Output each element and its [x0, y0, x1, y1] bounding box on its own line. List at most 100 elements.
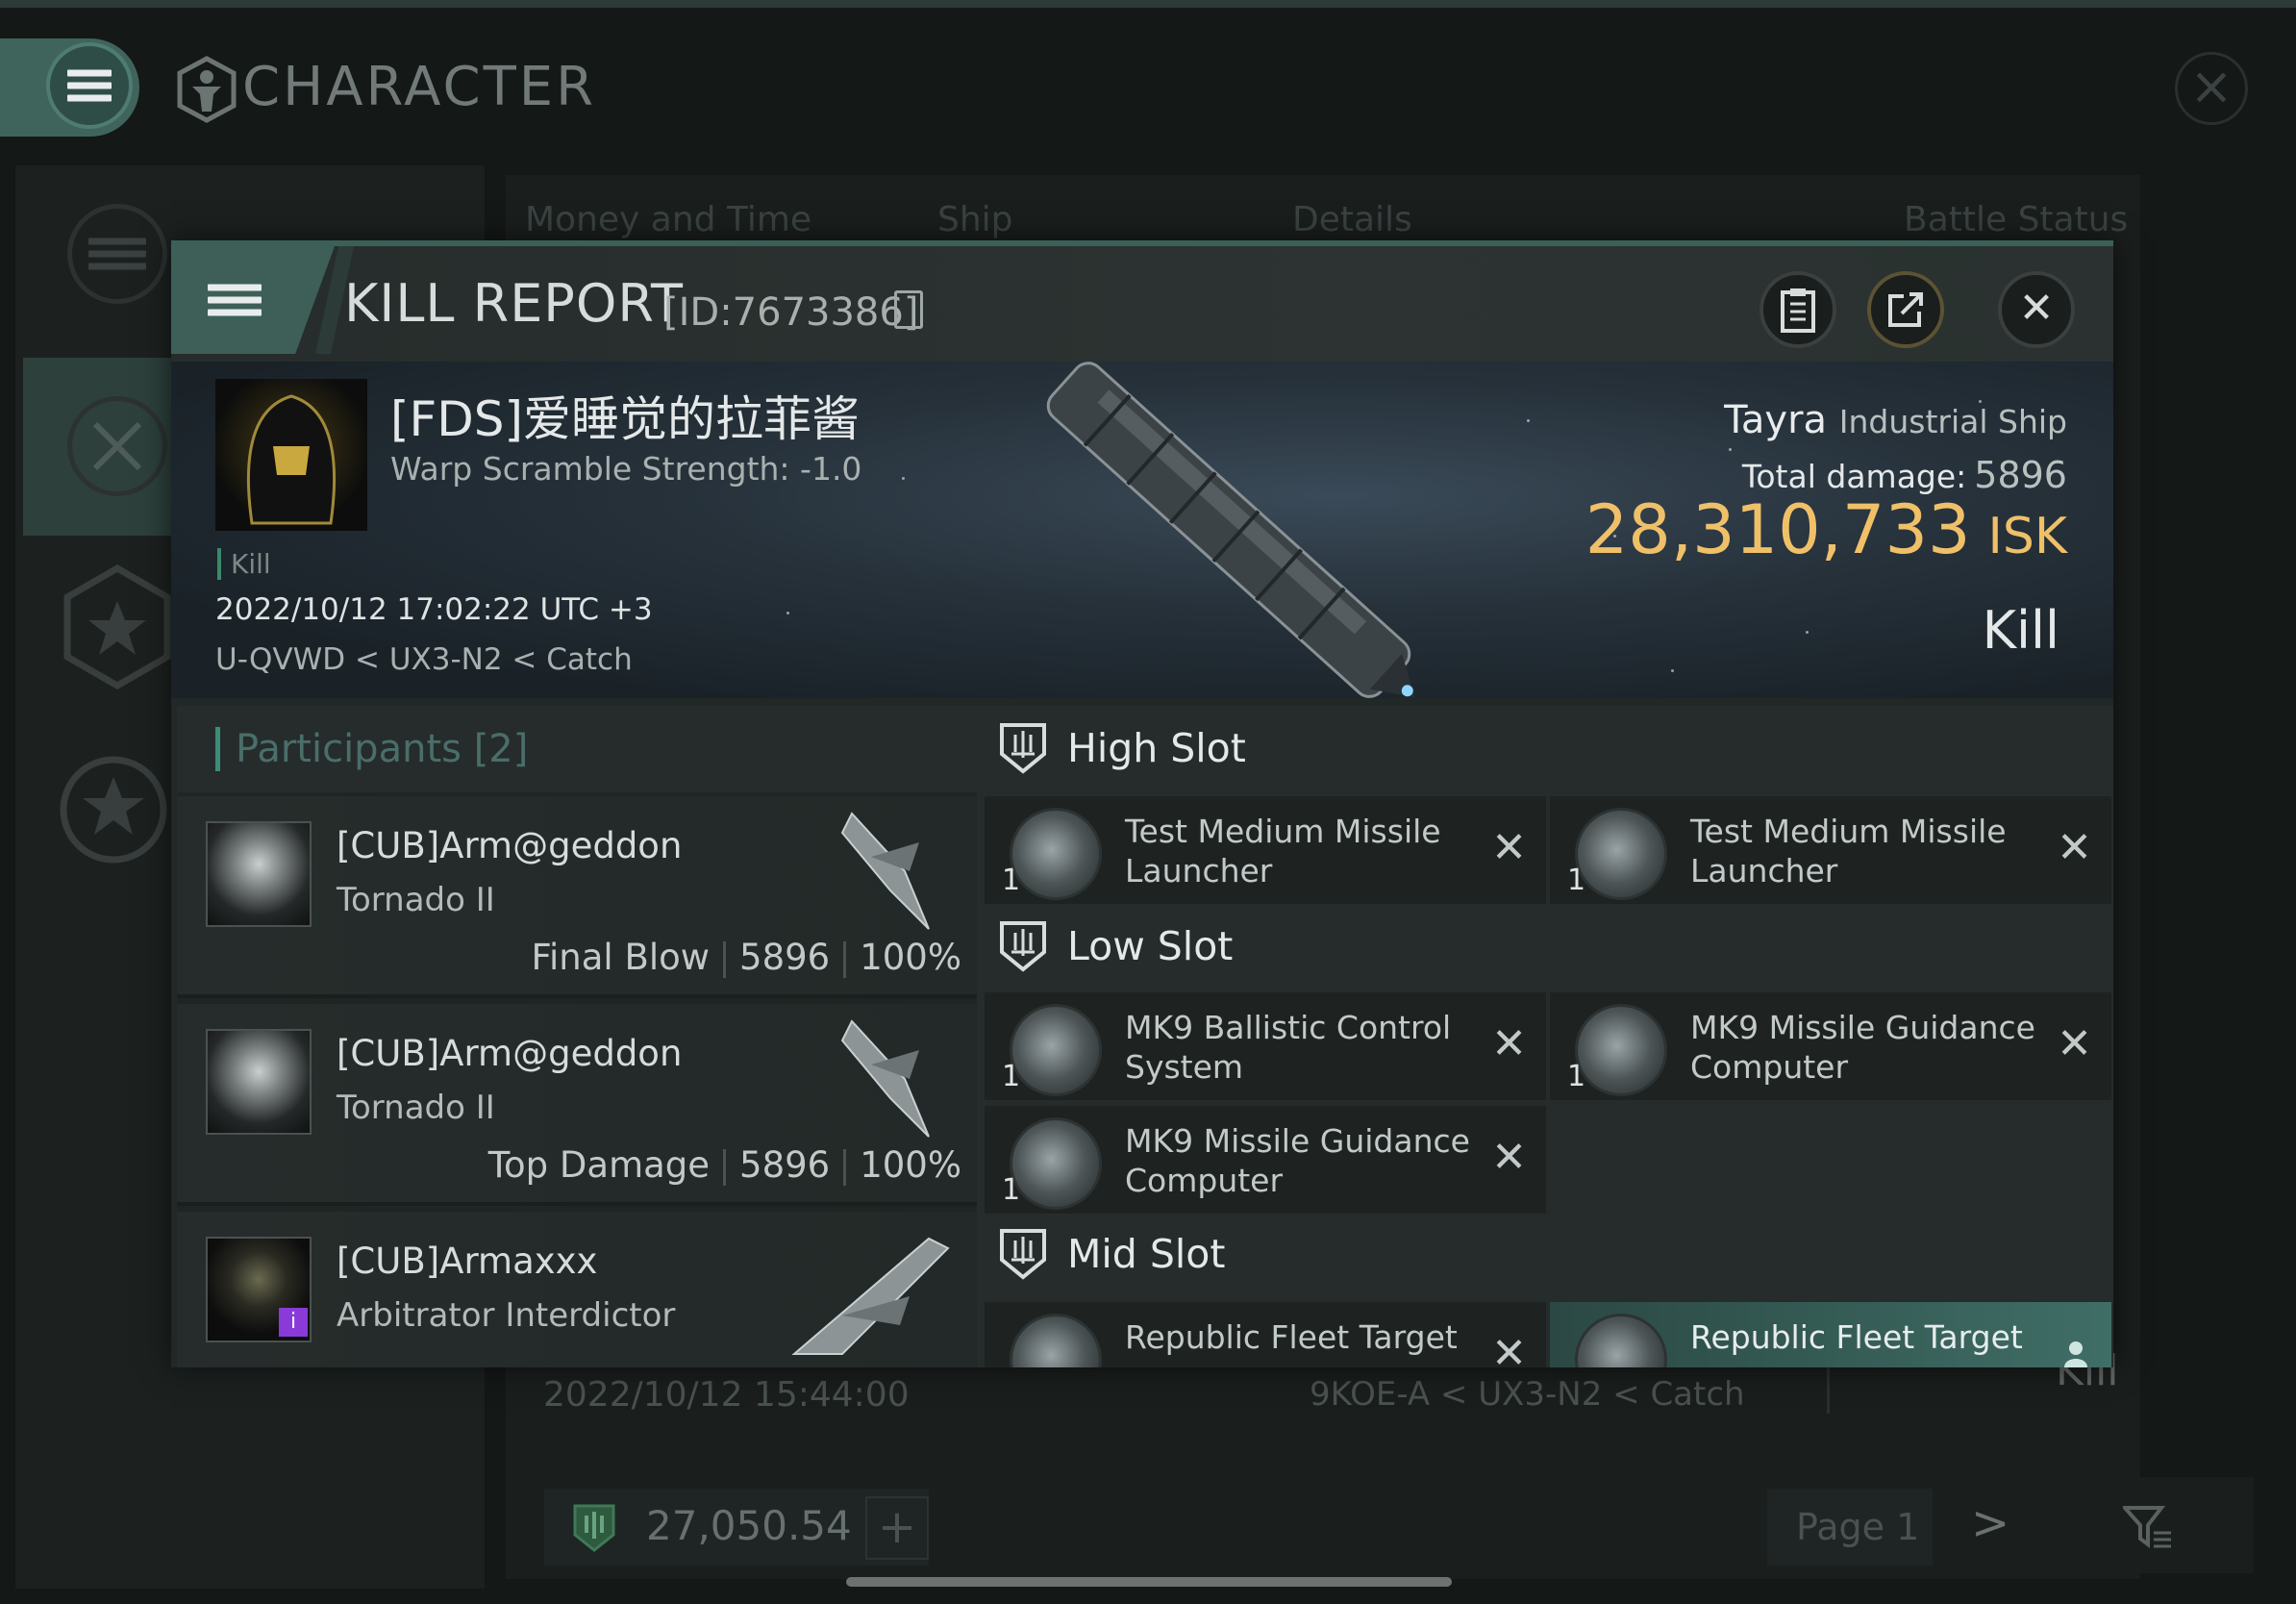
ballistic-control-icon — [1010, 1004, 1102, 1096]
column-header-money-time[interactable]: Money and Time — [525, 200, 811, 239]
main-menu-button[interactable] — [0, 38, 139, 137]
dropped-item-icon — [2064, 1341, 2087, 1367]
horizontal-scrollbar[interactable] — [846, 1577, 1452, 1587]
sidebar-item-combat[interactable] — [23, 358, 187, 536]
module-name: MK9 Ballistic Control System — [1125, 1009, 1452, 1086]
dialog-close-button[interactable]: ✕ — [1998, 271, 2075, 348]
list-icon — [88, 233, 146, 276]
kill-datetime: 2022/10/12 17:02:22 UTC +3 — [215, 592, 653, 627]
close-icon: × — [2189, 56, 2234, 116]
module-name: MK9 Missile Guidance Computer — [1125, 1122, 1470, 1199]
kill-report-id: [ID:7673386] — [663, 290, 919, 335]
isk-unit: ISK — [1987, 508, 2067, 565]
participant-ship: Tornado II — [337, 881, 495, 919]
participant-damage: 5896 — [739, 937, 831, 978]
copy-id-icon[interactable] — [894, 290, 923, 329]
sidebar-item-menu[interactable] — [23, 165, 187, 343]
participants-label: Participants [2] — [215, 727, 528, 771]
dialog-menu-button[interactable] — [171, 246, 335, 354]
mid-slot-title: Mid Slot — [1067, 1231, 1226, 1277]
share-button[interactable] — [1867, 271, 1944, 348]
column-header-ship[interactable]: Ship — [937, 200, 1013, 239]
module-item[interactable]: 1 MK9 Missile Guidance Computer ✕ — [985, 1106, 1546, 1214]
isk-value: 28,310,733 — [1585, 490, 1971, 569]
target-painter-icon — [1575, 1314, 1667, 1367]
victim-portrait[interactable] — [215, 379, 367, 531]
ship-class: Industrial Ship — [1838, 403, 2067, 440]
participant-name: [CUB]Arm@geddon — [337, 825, 683, 866]
window-title: CHARACTER — [242, 56, 597, 118]
participant-ship: Arbitrator Interdictor — [337, 1296, 676, 1335]
add-funds-button[interactable]: + — [865, 1496, 929, 1560]
menu-icon — [67, 64, 112, 108]
wallet-balance: 27,050.54 — [646, 1502, 852, 1549]
participant-damage: 5896 — [739, 1144, 831, 1186]
participants-header: Participants [2] — [177, 706, 977, 792]
participant-ship-icon — [840, 1019, 930, 1138]
module-quantity: 1 — [1002, 1173, 1021, 1207]
participant-row[interactable]: [CUB]Arm@geddon Tornado II Top Damage 589… — [177, 1004, 977, 1206]
participant-name: [CUB]Armaxxx — [337, 1241, 598, 1282]
character-icon — [177, 56, 237, 123]
battle-result: Kill — [1982, 600, 2059, 661]
sidebar-item-rank[interactable] — [23, 733, 187, 911]
module-item[interactable]: 1 Test Medium Missile Launcher ✕ — [985, 796, 1546, 904]
kill-tag: Kill — [217, 548, 271, 580]
fitting-panel: High Slot 1 Test Medium Missile Launcher… — [977, 706, 2113, 1367]
participant-row[interactable]: i [CUB]Armaxxx Arbitrator Interdictor — [177, 1212, 977, 1367]
victim-ship-image — [1046, 362, 1415, 698]
module-item[interactable]: Republic Fleet Target ✕ — [985, 1302, 1546, 1367]
module-name: Republic Fleet Target — [1125, 1318, 1458, 1356]
destroyed-icon: ✕ — [1491, 823, 1527, 872]
module-quantity: 1 — [1002, 1060, 1021, 1093]
module-item[interactable]: 1 MK9 Missile Guidance Computer ✕ — [1550, 992, 2111, 1100]
module-quantity: 1 — [1567, 864, 1586, 897]
dialog-header: KILL REPORT [ID:7673386] ✕ — [171, 246, 2113, 362]
mid-slot-header: Mid Slot — [998, 1212, 2094, 1298]
low-slot-header: Low Slot — [998, 904, 2094, 990]
column-header-details[interactable]: Details — [1292, 200, 1412, 239]
top-strip — [0, 0, 2296, 8]
close-window-button[interactable]: × — [2175, 52, 2248, 125]
share-icon — [1888, 292, 1923, 327]
main-menu-ring — [46, 42, 133, 129]
participant-badge: i — [279, 1308, 308, 1337]
slot-shield-icon — [1000, 921, 1046, 972]
participant-portrait[interactable] — [206, 821, 312, 927]
destroyed-icon: ✕ — [1491, 1019, 1527, 1068]
slot-shield-icon — [1000, 723, 1046, 774]
isk-loss: 28,310,733 ISK — [1585, 490, 2067, 569]
next-page-button[interactable]: > — [1971, 1496, 2009, 1550]
participants-panel: Participants [2] [CUB]Arm@geddon Tornado… — [177, 706, 977, 1367]
sidebar-item-medals[interactable] — [23, 545, 187, 723]
module-item[interactable]: 1 MK9 Ballistic Control System ✕ — [985, 992, 1546, 1100]
kill-location[interactable]: U-QVWD < UX3-N2 < Catch — [215, 642, 633, 677]
missile-launcher-icon — [1575, 808, 1667, 900]
participant-stats: Final Blow 5896 100% — [531, 937, 961, 978]
module-item[interactable]: 1 Test Medium Missile Launcher ✕ — [1550, 796, 2111, 904]
module-quantity: 1 — [1002, 864, 1021, 897]
module-item-selected[interactable]: Republic Fleet Target — [1550, 1302, 2111, 1367]
victim-ship[interactable]: Tayra Industrial Ship — [1724, 398, 2067, 442]
participant-row[interactable]: [CUB]Arm@geddon Tornado II Final Blow 589… — [177, 796, 977, 998]
destroyed-icon: ✕ — [2057, 1019, 2092, 1068]
wallet-icon — [573, 1504, 615, 1552]
destroyed-icon: ✕ — [1491, 1133, 1527, 1182]
participant-role: Top Damage — [487, 1144, 711, 1186]
participant-portrait[interactable] — [206, 1029, 312, 1135]
kill-summary: [FDS]爱睡觉的拉菲酱 Warp Scramble Strength: -1.… — [171, 362, 2113, 698]
victim-name[interactable]: [FDS]爱睡觉的拉菲酱 — [390, 381, 860, 450]
close-icon: ✕ — [2018, 284, 2055, 333]
slot-shield-icon — [1000, 1229, 1046, 1280]
low-slot-title: Low Slot — [1067, 923, 1234, 969]
column-header-battle-status[interactable]: Battle Status — [1904, 200, 2128, 239]
dialog-title: KILL REPORT — [344, 273, 684, 334]
participant-percent: 100% — [860, 1144, 961, 1186]
clipboard-button[interactable] — [1759, 271, 1836, 348]
participant-stats: Top Damage 5896 100% — [488, 1144, 961, 1186]
filter-button[interactable] — [2040, 1477, 2254, 1573]
missile-launcher-icon — [1010, 808, 1102, 900]
filter-icon — [2123, 1506, 2171, 1548]
module-name: Republic Fleet Target — [1690, 1318, 2023, 1356]
participant-ship-icon — [791, 1237, 950, 1355]
